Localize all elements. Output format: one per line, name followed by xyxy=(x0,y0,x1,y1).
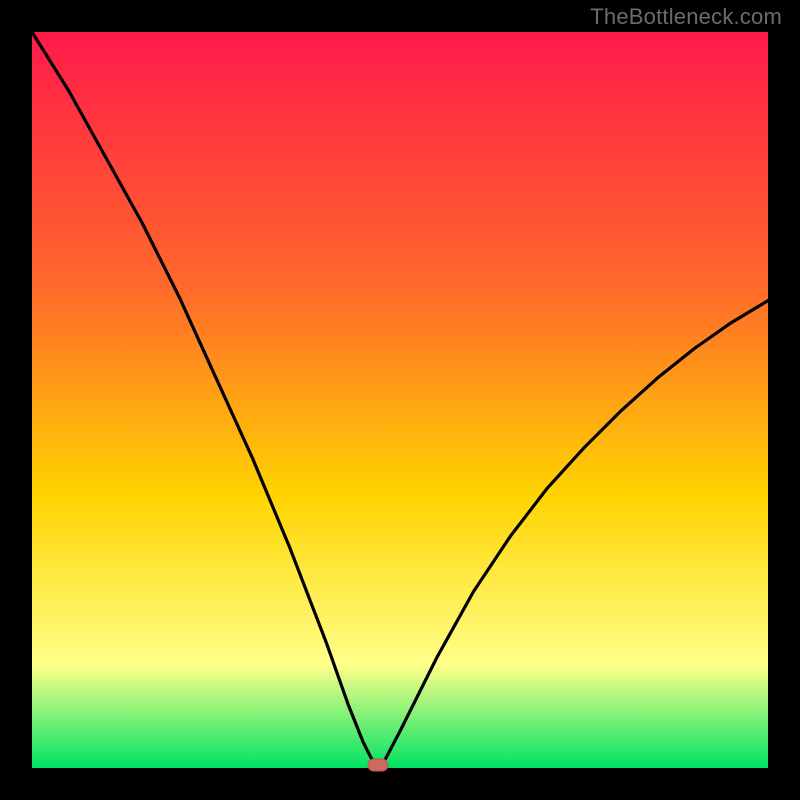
min-marker xyxy=(368,759,388,771)
chart-frame: TheBottleneck.com xyxy=(0,0,800,800)
plot-background xyxy=(32,32,768,768)
bottleneck-chart xyxy=(0,0,800,800)
